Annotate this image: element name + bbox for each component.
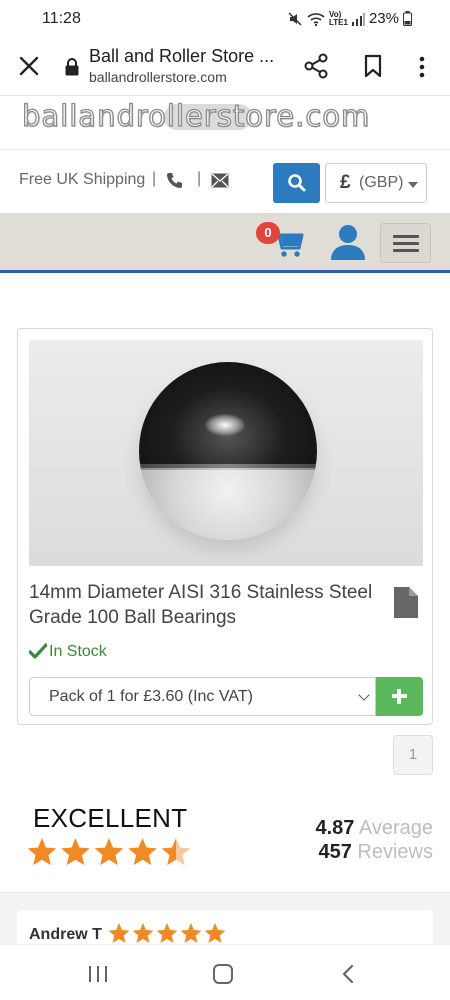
mail-icon[interactable] xyxy=(211,173,229,188)
add-to-cart-button[interactable] xyxy=(376,677,423,716)
back-icon[interactable] xyxy=(341,965,355,983)
steel-ball-image xyxy=(139,362,317,540)
product-title[interactable]: 14mm Diameter AISI 316 Stainless Steel G… xyxy=(29,580,379,630)
close-icon[interactable] xyxy=(16,53,42,79)
status-bar: 11:28 Vo) LTE1 23% xyxy=(0,0,450,40)
status-time: 11:28 xyxy=(42,10,81,27)
search-icon xyxy=(288,174,306,192)
review-count-label: Reviews xyxy=(357,841,433,863)
browser-url[interactable]: ballandrollerstore.com xyxy=(89,69,227,85)
chevron-down-icon xyxy=(408,182,418,188)
currency-symbol: £ xyxy=(340,172,351,193)
hamburger-icon xyxy=(393,249,419,252)
ball-glint xyxy=(205,414,245,436)
search-button[interactable] xyxy=(273,163,320,203)
phone-icon[interactable] xyxy=(166,172,183,189)
menu-button[interactable] xyxy=(380,223,431,263)
star-icon xyxy=(94,838,124,866)
hamburger-icon xyxy=(393,242,419,245)
stock-status: In Stock xyxy=(49,643,107,660)
chevron-down-icon xyxy=(358,689,370,701)
rating-word: EXCELLENT xyxy=(33,803,188,833)
pack-size-value: Pack of 1 for £3.60 (Inc VAT) xyxy=(49,688,253,705)
nav-bar: 0 xyxy=(0,213,450,273)
ball-horizon xyxy=(139,464,317,470)
network-label: Vo) LTE1 xyxy=(328,9,348,27)
separator: | xyxy=(152,170,157,187)
reviewer-name: Andrew T xyxy=(29,926,102,943)
pagination-page-button[interactable]: 1 xyxy=(393,735,433,775)
recent-apps-icon[interactable] xyxy=(87,965,109,983)
star-icon xyxy=(156,923,178,943)
status-icons: Vo) LTE1 23% xyxy=(287,10,412,27)
star-icon xyxy=(27,838,57,866)
pack-size-select[interactable]: Pack of 1 for £3.60 (Inc VAT) xyxy=(29,677,376,716)
signal-icon xyxy=(351,12,365,26)
bookmark-icon[interactable] xyxy=(362,53,384,79)
currency-select[interactable]: £ (GBP) xyxy=(325,163,427,203)
average-value: 4.87 xyxy=(315,817,355,839)
product-card: 14mm Diameter AISI 316 Stainless Steel G… xyxy=(17,328,433,725)
average-label: Average xyxy=(358,817,433,839)
battery-percent: 23% xyxy=(368,10,399,27)
star-icon xyxy=(132,923,154,943)
file-icon[interactable] xyxy=(394,587,418,618)
currency-label: (GBP) xyxy=(359,174,404,191)
review-count-value: 457 xyxy=(318,841,352,863)
mute-icon xyxy=(288,11,302,26)
cart-count-badge[interactable]: 0 xyxy=(256,222,280,244)
user-account-icon[interactable] xyxy=(329,223,367,261)
star-icon xyxy=(61,838,90,866)
rating-stars xyxy=(27,838,191,866)
hamburger-icon xyxy=(393,235,419,238)
share-icon[interactable] xyxy=(304,53,328,79)
logo-text: ballandrollerstore.com xyxy=(21,98,371,133)
review-stars xyxy=(108,923,226,943)
android-nav-bar xyxy=(0,944,450,1000)
plus-icon xyxy=(397,689,401,704)
average-rating: 4.87 Average xyxy=(315,817,433,840)
star-icon xyxy=(180,923,202,943)
star-icon xyxy=(161,838,191,866)
check-icon xyxy=(29,643,47,659)
info-bar: Free UK Shipping | | £ (GBP) xyxy=(0,149,450,213)
home-icon[interactable] xyxy=(213,964,233,984)
wifi-icon xyxy=(307,12,325,26)
product-image[interactable] xyxy=(29,340,423,566)
site-logo[interactable]: ballandrollerstore.com xyxy=(0,97,450,149)
lock-icon xyxy=(65,58,79,76)
star-icon xyxy=(108,923,130,943)
separator: | xyxy=(197,170,202,187)
star-icon xyxy=(128,838,157,866)
browser-bar: Ball and Roller Store ... ballandrollers… xyxy=(0,40,450,96)
star-icon xyxy=(204,923,226,943)
free-shipping-label: Free UK Shipping xyxy=(19,171,146,188)
review-count[interactable]: 457 Reviews xyxy=(318,841,433,864)
browser-page-title[interactable]: Ball and Roller Store ... xyxy=(89,46,274,67)
more-icon[interactable] xyxy=(414,54,430,80)
battery-icon xyxy=(403,11,412,26)
